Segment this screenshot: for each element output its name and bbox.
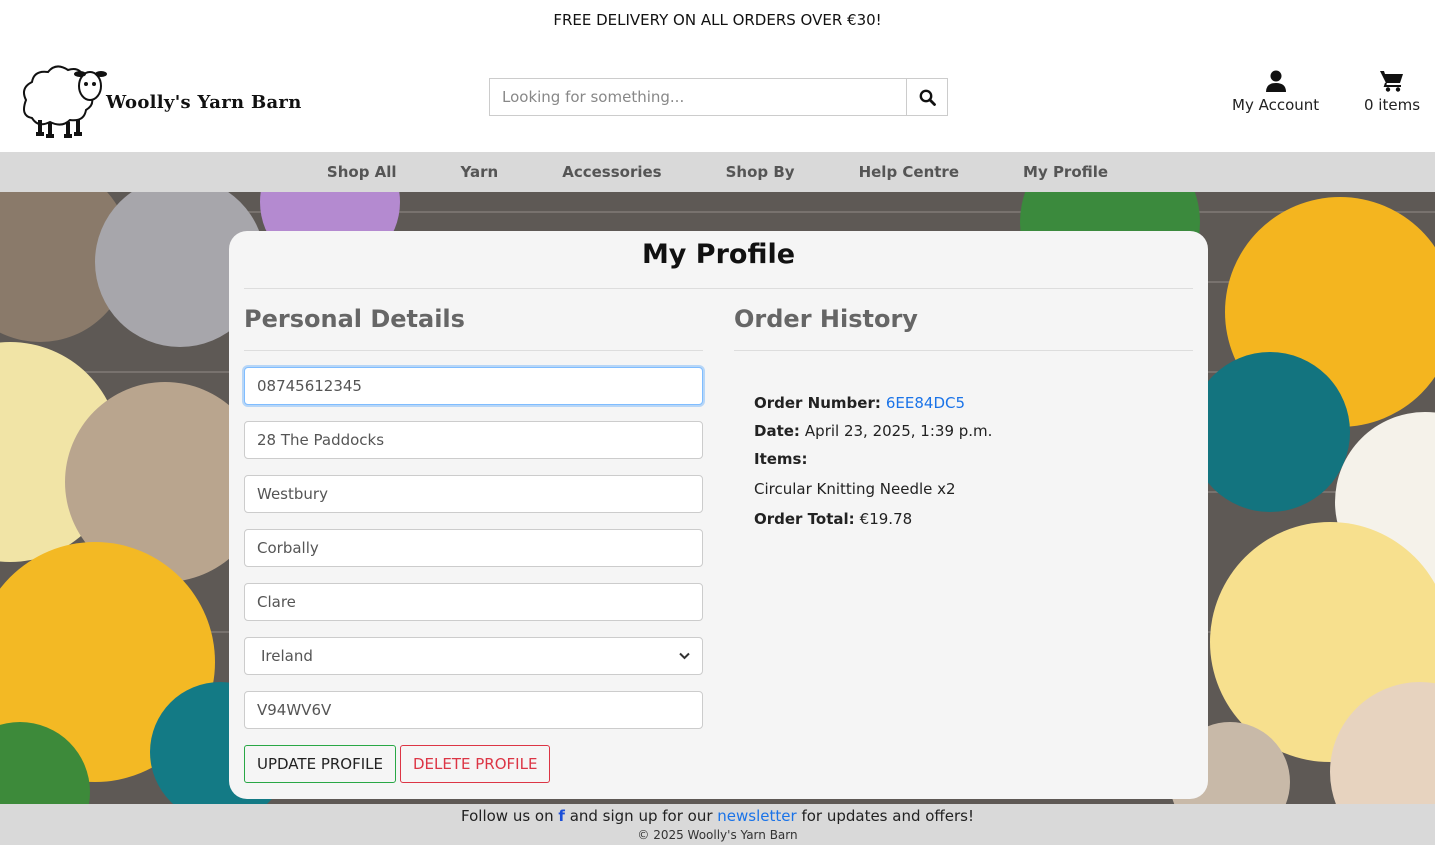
county-field[interactable]: Clare: [244, 583, 703, 621]
facebook-icon[interactable]: f: [558, 807, 565, 825]
county-value: Clare: [257, 593, 296, 611]
order-number-link[interactable]: 6EE84DC5: [886, 394, 965, 412]
street-address1-value: 28 The Paddocks: [257, 431, 385, 449]
site-header: Woolly's Yarn Barn My Account 0 items: [0, 40, 1435, 152]
chevron-down-icon: [679, 652, 690, 660]
phone-number-value: 08745612345: [257, 377, 362, 395]
search-button[interactable]: [906, 78, 948, 116]
country-select[interactable]: Ireland: [244, 637, 703, 675]
delete-profile-button[interactable]: DELETE PROFILE: [399, 745, 551, 783]
main-nav: Shop All Yarn Accessories Shop By Help C…: [0, 152, 1435, 192]
footer-follow-prefix: Follow us on: [461, 807, 554, 825]
footer-social-line: Follow us on f and sign up for our newsl…: [0, 804, 1435, 828]
newsletter-link[interactable]: newsletter: [717, 807, 796, 825]
nav-shop-by[interactable]: Shop By: [726, 163, 795, 181]
nav-yarn[interactable]: Yarn: [461, 163, 499, 181]
user-icon: [1265, 70, 1286, 92]
order-history-section: Order History Order Number: 6EE84DC5 Dat…: [734, 305, 1193, 533]
nav-my-profile[interactable]: My Profile: [1023, 163, 1108, 181]
search-icon: [919, 89, 936, 106]
order-entry: Order Number: 6EE84DC5 Date: April 23, 2…: [734, 351, 1193, 533]
bag-total-label: 0 items: [1364, 96, 1421, 114]
promo-text: FREE DELIVERY ON ALL ORDERS OVER €30!: [553, 11, 882, 29]
postcode-field[interactable]: V94WV6V: [244, 691, 703, 729]
country-value: Ireland: [261, 647, 313, 665]
profile-card: My Profile Personal Details 08745612345 …: [229, 231, 1208, 799]
order-date-value: April 23, 2025, 1:39 p.m.: [804, 422, 993, 440]
nav-help-centre[interactable]: Help Centre: [859, 163, 959, 181]
nav-shop-all[interactable]: Shop All: [327, 163, 397, 181]
order-total-label: Order Total:: [754, 510, 855, 528]
postcode-value: V94WV6V: [257, 701, 332, 719]
order-number-line: Order Number: 6EE84DC5: [754, 389, 1173, 417]
order-history-title: Order History: [734, 305, 1193, 351]
street-address2-value: Westbury: [257, 485, 328, 503]
town-field[interactable]: Corbally: [244, 529, 703, 567]
order-date-line: Date: April 23, 2025, 1:39 p.m.: [754, 417, 1173, 445]
search-input[interactable]: [489, 78, 906, 116]
order-date-label: Date:: [754, 422, 800, 440]
order-number-label: Order Number:: [754, 394, 881, 412]
sheep-logo-icon: [23, 65, 107, 138]
order-item: Circular Knitting Needle x2: [754, 473, 1173, 505]
shopping-bag-link[interactable]: 0 items: [1364, 70, 1420, 114]
site-footer: Follow us on f and sign up for our newsl…: [0, 804, 1435, 845]
order-total-value: €19.78: [859, 510, 913, 528]
order-total-line: Order Total: €19.78: [754, 505, 1173, 533]
site-logo[interactable]: Woolly's Yarn Barn: [16, 60, 336, 140]
order-items-label: Items:: [754, 450, 808, 468]
profile-actions: UPDATE PROFILE DELETE PROFILE: [244, 745, 703, 783]
brand-name: Woolly's Yarn Barn: [106, 91, 302, 113]
footer-follow-mid: and sign up for our: [569, 807, 713, 825]
promo-banner: FREE DELIVERY ON ALL ORDERS OVER €30!: [0, 0, 1435, 40]
street-address1-field[interactable]: 28 The Paddocks: [244, 421, 703, 459]
my-account-link[interactable]: My Account: [1232, 70, 1319, 114]
search-bar: [489, 78, 948, 116]
town-value: Corbally: [257, 539, 319, 557]
phone-number-field[interactable]: 08745612345: [244, 367, 703, 405]
page-title: My Profile: [244, 231, 1193, 289]
personal-details-section: Personal Details 08745612345 28 The Padd…: [244, 305, 703, 783]
street-address2-field[interactable]: Westbury: [244, 475, 703, 513]
cart-icon: [1380, 71, 1403, 92]
update-profile-button[interactable]: UPDATE PROFILE: [244, 745, 396, 783]
copyright: © 2025 Woolly's Yarn Barn: [637, 828, 798, 842]
order-items-line: Items:: [754, 445, 1173, 473]
order-item-text: Circular Knitting Needle x2: [754, 480, 956, 498]
nav-accessories[interactable]: Accessories: [562, 163, 661, 181]
my-account-label: My Account: [1232, 96, 1320, 114]
footer-follow-suffix: for updates and offers!: [801, 807, 974, 825]
personal-details-title: Personal Details: [244, 305, 703, 351]
